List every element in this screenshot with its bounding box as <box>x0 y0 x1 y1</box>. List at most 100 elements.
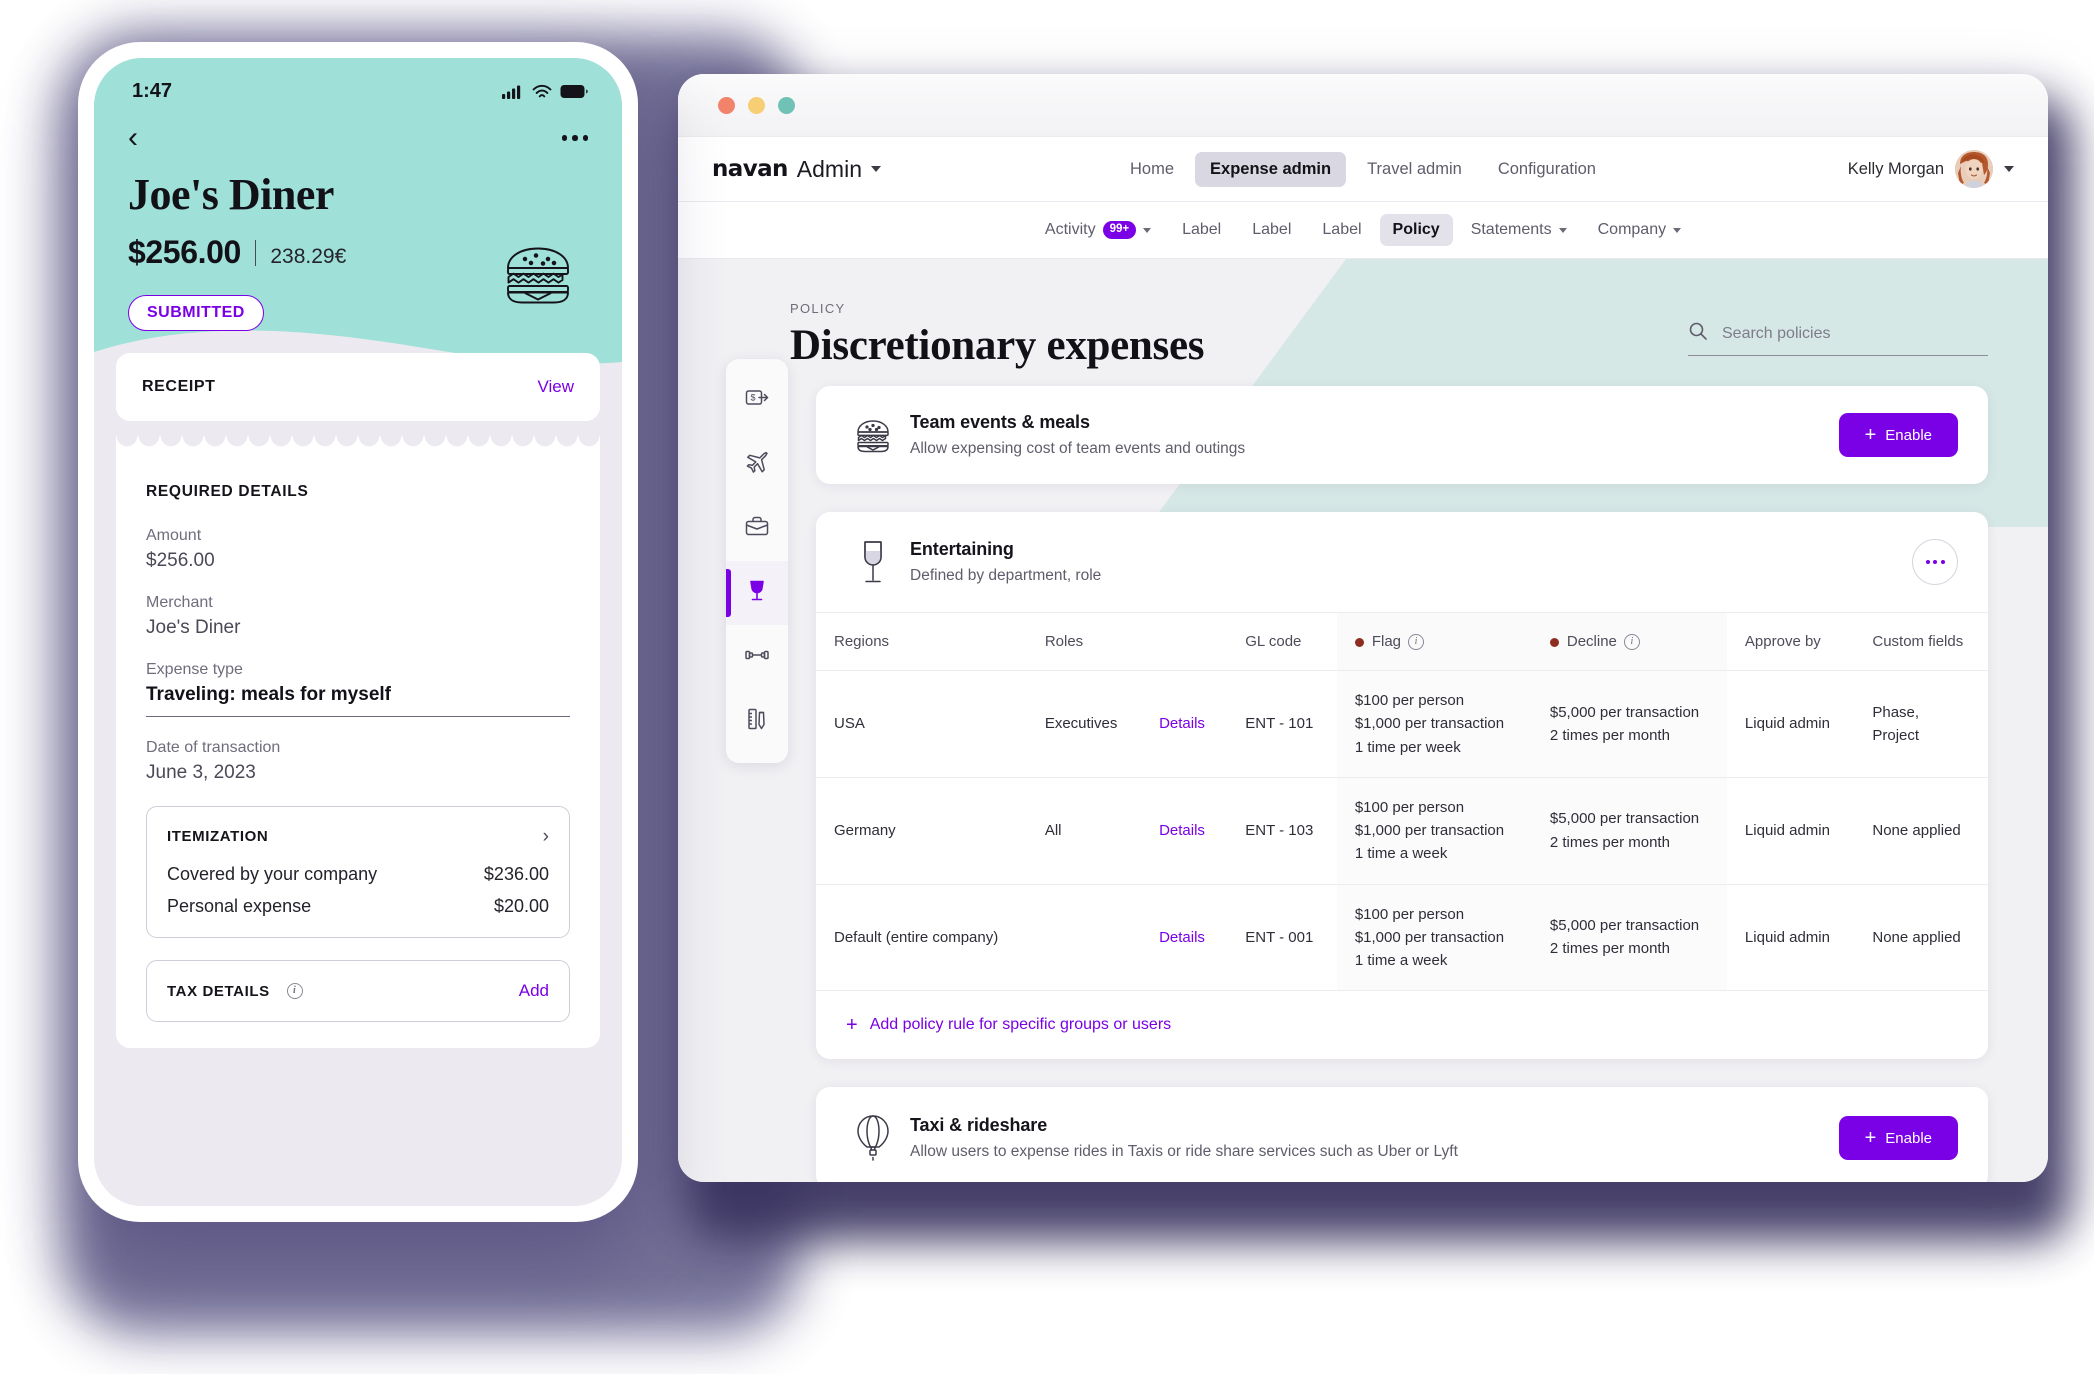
enable-taxi-button[interactable]: + Enable <box>1838 1116 1958 1161</box>
entertaining-more-menu-button[interactable] <box>1912 539 1958 585</box>
cell-role <box>1026 884 1142 992</box>
itemization-value: $20.00 <box>493 896 549 916</box>
field-expense-type[interactable]: Expense type Traveling: meals for myself <box>146 661 570 717</box>
itemization-card[interactable]: ITEMIZATION › Covered by your company $2… <box>146 806 570 938</box>
nav-item-configuration[interactable]: Configuration <box>1483 152 1611 187</box>
details-link[interactable]: Details <box>1159 822 1205 839</box>
field-label: Merchant <box>146 594 213 611</box>
card-text: Taxi & rideshare Allow users to expense … <box>910 1115 1839 1161</box>
main-content: POLICY Discretionary expenses $ <box>678 259 2048 1182</box>
subnav-item-company[interactable]: Company <box>1585 214 1694 246</box>
policy-card-team-events: Team events & meals Allow expensing cost… <box>816 386 1988 484</box>
tax-details-header: TAX DETAILS i Add <box>167 981 549 1001</box>
subnav-item-activity[interactable]: Activity 99+ <box>1032 214 1164 246</box>
chevron-down-icon[interactable] <box>1143 227 1152 233</box>
caret-down-icon[interactable] <box>871 166 881 172</box>
cell-decline: $5,000 per transaction 2 times per month <box>1531 777 1727 885</box>
top-navigation-bar: navan Admin Home Expense admin Travel ad… <box>678 137 2048 202</box>
phone-screen: 1:47 ‹ Joe's Diner $256.00 238.29€ SUBMI… <box>94 58 622 1206</box>
th-details <box>1141 611 1228 672</box>
nav-item-travel-admin[interactable]: Travel admin <box>1352 152 1477 187</box>
card-header: Entertaining Defined by department, role <box>816 512 1988 612</box>
ellipsis-icon[interactable] <box>561 135 588 141</box>
field-amount: Amount $256.00 <box>146 527 570 572</box>
chevron-down-icon[interactable] <box>1673 227 1682 233</box>
card-title: Entertaining <box>910 539 1014 559</box>
search-input[interactable] <box>1720 323 1988 344</box>
cell-approve-by: Liquid admin <box>1726 670 1855 778</box>
table-header-row: Regions Roles GL code Flag i Decline i App… <box>816 611 1988 672</box>
breadcrumb: POLICY <box>790 301 846 316</box>
card-header: Taxi & rideshare Allow users to expense … <box>816 1087 1988 1182</box>
policy-rules-table: Regions Roles GL code Flag i Decline i App… <box>816 611 1988 992</box>
hot-air-balloon-icon <box>846 1113 900 1163</box>
receipt-scalloped-edge <box>116 436 600 448</box>
info-icon[interactable]: i <box>1408 634 1425 651</box>
tax-details-title: TAX DETAILS i <box>167 983 303 1000</box>
card-title: Taxi & rideshare <box>910 1115 1048 1136</box>
card-header: Team events & meals Allow expensing cost… <box>816 386 1988 484</box>
cell-approve-by: Liquid admin <box>1726 777 1855 885</box>
brand-logo[interactable]: navan Admin <box>712 156 881 183</box>
view-receipt-link[interactable]: View <box>537 377 574 397</box>
enable-team-events-button[interactable]: + Enable <box>1838 413 1958 457</box>
subnav-item-statements[interactable]: Statements <box>1458 214 1580 246</box>
maximize-window-button[interactable] <box>778 96 795 114</box>
wifi-icon <box>532 84 552 97</box>
top-nav-items: Home Expense admin Travel admin Configur… <box>678 151 2048 187</box>
info-icon[interactable]: i <box>286 983 303 999</box>
receipt-summary-card: RECEIPT View <box>116 353 600 421</box>
chevron-down-icon[interactable] <box>1558 227 1567 233</box>
subnav-company-label: Company <box>1597 221 1667 238</box>
subnav-item-label-2[interactable]: Label <box>1239 214 1304 246</box>
search-icon <box>1688 321 1708 346</box>
status-badge: SUBMITTED <box>128 295 264 331</box>
chevron-right-icon[interactable]: › <box>543 827 549 846</box>
subnav-item-policy[interactable]: Policy <box>1379 214 1453 246</box>
phone-merchant-title: Joe's Diner <box>128 170 334 219</box>
cell-custom-fields: None applied <box>1854 884 1988 992</box>
nav-item-expense-admin[interactable]: Expense admin <box>1195 151 1347 187</box>
window-titlebar <box>678 74 2048 137</box>
table-row: Default (entire company) Details ENT - 0… <box>816 884 1988 992</box>
required-details-receipt: REQUIRED DETAILS Amount $256.00 Merchant… <box>116 436 600 1048</box>
nav-item-home[interactable]: Home <box>1115 152 1189 187</box>
details-link[interactable]: Details <box>1159 929 1205 946</box>
th-decline: Decline i <box>1531 611 1727 672</box>
user-caret-down-icon[interactable] <box>2004 166 2014 172</box>
tax-details-card[interactable]: TAX DETAILS i Add <box>146 960 570 1022</box>
activity-badge: 99+ <box>1102 221 1137 239</box>
close-window-button[interactable] <box>718 96 735 114</box>
brand-name: navan <box>712 156 788 182</box>
search-policies-box[interactable] <box>1688 321 1988 356</box>
phone-nav-bar: ‹ <box>94 103 622 153</box>
subnav-item-label-3[interactable]: Label <box>1309 214 1374 246</box>
add-policy-rule-link[interactable]: + Add policy rule for specific groups or… <box>816 991 1988 1059</box>
details-link[interactable]: Details <box>1159 715 1205 732</box>
decline-color-dot <box>1549 637 1559 647</box>
card-subtitle: Allow expensing cost of team events and … <box>910 440 1246 457</box>
enable-label: Enable <box>1885 1129 1932 1147</box>
field-value: Joe's Diner <box>146 617 241 638</box>
minimize-window-button[interactable] <box>748 96 765 114</box>
plus-icon: + <box>1864 1127 1877 1150</box>
itemization-row: Covered by your company $236.00 <box>167 864 549 885</box>
add-tax-details-link[interactable]: Add <box>519 981 549 1001</box>
th-approve-by: Approve by <box>1726 611 1855 672</box>
policy-card-taxi: Taxi & rideshare Allow users to expense … <box>816 1087 1988 1182</box>
info-icon[interactable]: i <box>1623 634 1640 651</box>
user-menu[interactable]: Kelly Morgan <box>1848 150 2014 188</box>
subnav-item-label-1[interactable]: Label <box>1169 214 1234 246</box>
cell-gl-code: ENT - 001 <box>1227 884 1337 992</box>
itemization-header: ITEMIZATION › <box>167 827 549 846</box>
chevron-left-icon[interactable]: ‹ <box>128 123 138 153</box>
ellipsis-dot <box>1925 560 1930 564</box>
policy-cards: Team events & meals Allow expensing cost… <box>678 386 2048 1182</box>
required-details-title: REQUIRED DETAILS <box>146 483 309 500</box>
cell-region: USA <box>816 670 1027 778</box>
cell-flag: $100 per person $1,000 per transaction 1 t… <box>1336 884 1532 992</box>
field-merchant: Merchant Joe's Diner <box>146 594 570 639</box>
field-value: June 3, 2023 <box>146 762 256 783</box>
table-row: Germany All Details ENT - 103 $100 per p… <box>816 777 1988 885</box>
phone-status-bar: 1:47 <box>94 58 622 103</box>
